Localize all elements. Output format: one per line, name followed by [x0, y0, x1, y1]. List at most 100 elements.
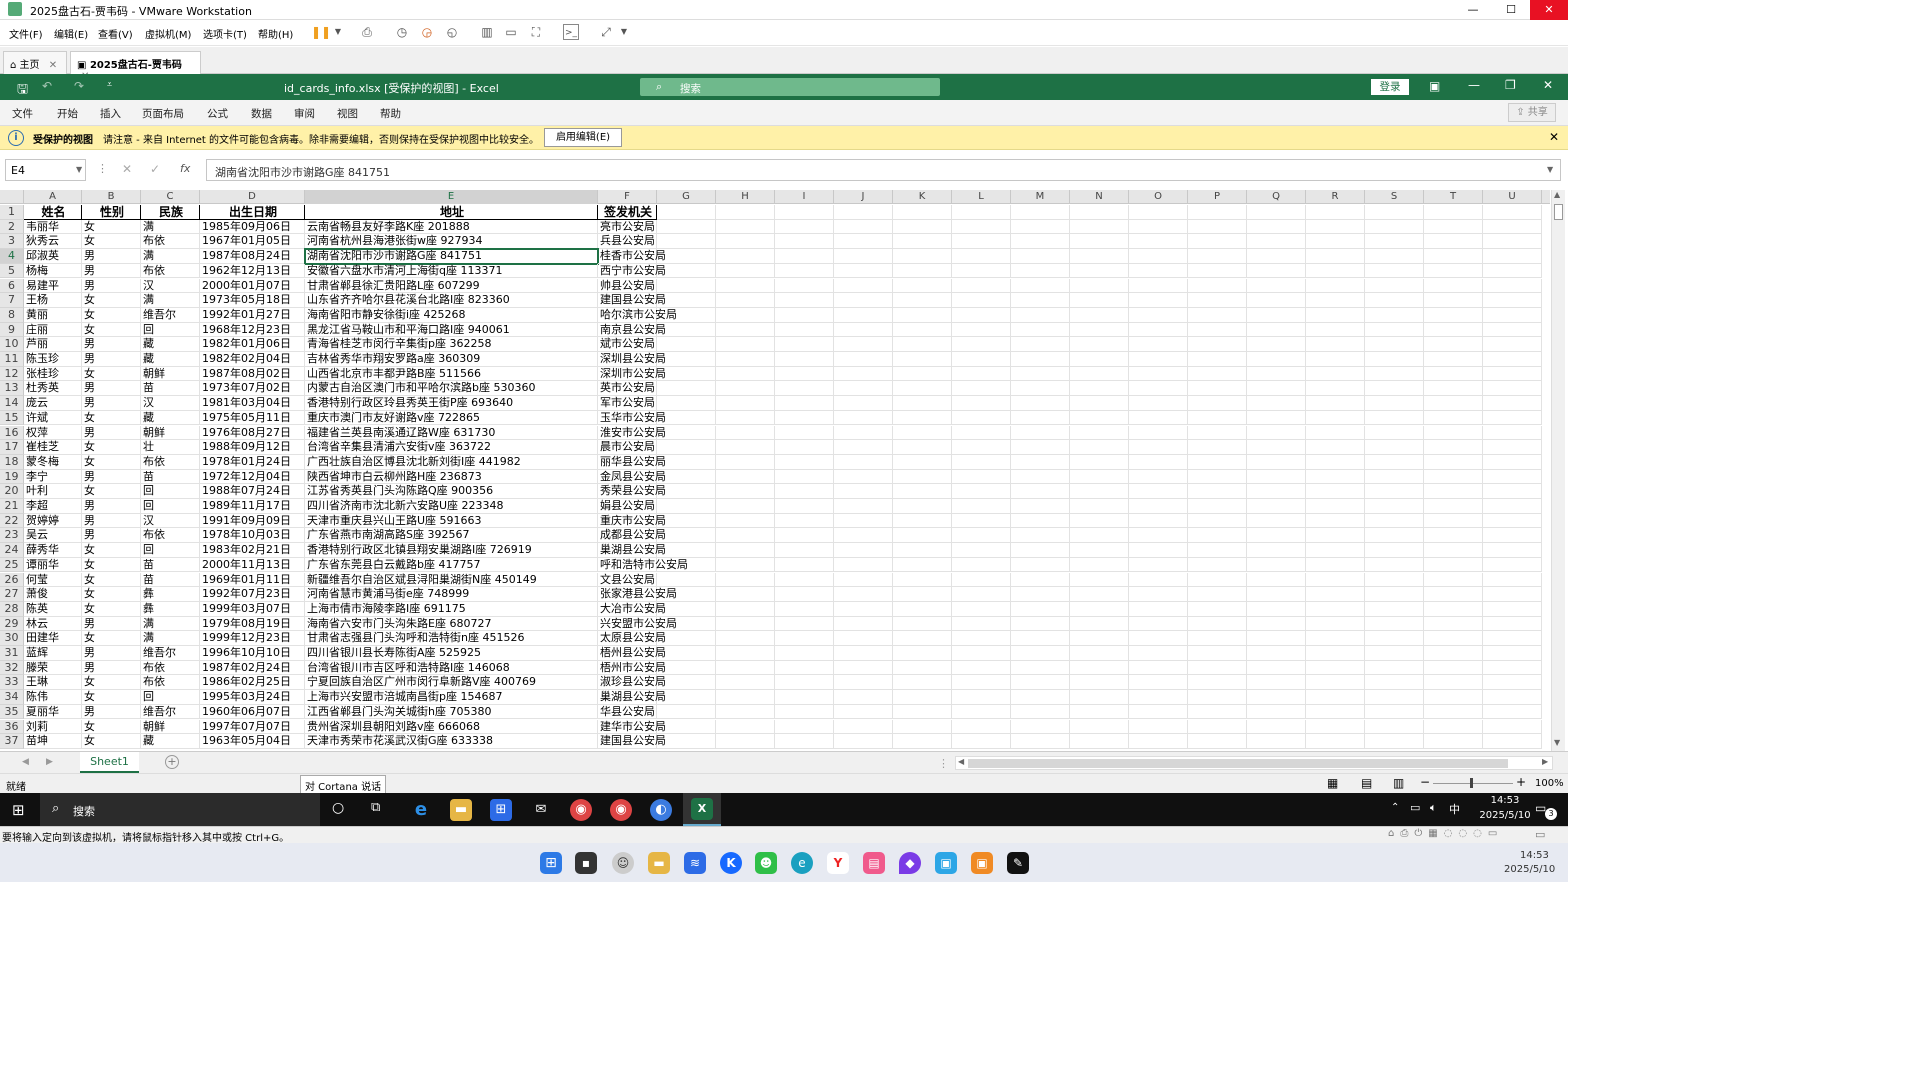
cell[interactable] [1306, 704, 1365, 720]
cell[interactable] [1070, 440, 1129, 455]
cell[interactable] [1011, 469, 1070, 485]
windows-start-icon[interactable]: ⊞ [540, 852, 562, 874]
cell[interactable] [1424, 690, 1483, 705]
cell[interactable]: 女 [82, 440, 141, 455]
cell[interactable] [775, 410, 834, 426]
cell[interactable] [1129, 307, 1188, 323]
cell[interactable]: 回 [141, 690, 200, 705]
ime-indicator[interactable]: 中 [1449, 801, 1460, 817]
cell[interactable] [1070, 337, 1129, 352]
cell[interactable] [1070, 234, 1129, 250]
column-header-o[interactable]: O [1129, 190, 1188, 204]
customize-qat-icon[interactable]: ⩡ [107, 80, 112, 90]
cell[interactable]: 男 [82, 352, 141, 367]
cell[interactable] [1070, 219, 1129, 235]
scroll-down-icon[interactable]: ▼ [1554, 738, 1560, 747]
chrome-icon[interactable]: ◉ [610, 799, 632, 821]
row-header[interactable]: 9 [0, 322, 24, 338]
cell[interactable] [834, 704, 893, 720]
cell[interactable] [834, 396, 893, 411]
host-clock-date[interactable]: 2025/5/10 [1504, 864, 1555, 875]
cell[interactable] [1129, 410, 1188, 426]
tab-home[interactable]: 开始 [57, 106, 78, 121]
cell[interactable]: 1988年09月12日 [200, 440, 305, 455]
cell[interactable] [834, 234, 893, 250]
cell[interactable] [1306, 587, 1365, 602]
cell[interactable] [1129, 513, 1188, 529]
row-header[interactable]: 5 [0, 263, 24, 279]
cell[interactable]: 大冶市公安局 [598, 601, 666, 617]
cell[interactable] [952, 396, 1011, 411]
cell[interactable] [834, 410, 893, 426]
row-header[interactable]: 3 [0, 234, 24, 250]
row-header[interactable]: 34 [0, 690, 24, 705]
cell[interactable] [1247, 719, 1306, 735]
cell[interactable] [952, 543, 1011, 558]
cell[interactable] [775, 660, 834, 676]
cell[interactable]: 布依 [141, 675, 200, 691]
add-sheet-icon[interactable]: + [165, 755, 179, 769]
cell[interactable]: 重庆市公安局 [598, 513, 666, 529]
cell[interactable] [1070, 396, 1129, 411]
cell[interactable]: 福建省兰英县南溪通辽路W座 631730 [305, 425, 598, 441]
cell[interactable] [1070, 704, 1129, 720]
cell[interactable] [1247, 293, 1306, 308]
cell[interactable] [1483, 484, 1542, 499]
cell[interactable] [1188, 499, 1247, 514]
cell[interactable] [775, 616, 834, 632]
cell[interactable] [834, 337, 893, 352]
cell[interactable] [834, 528, 893, 544]
cell[interactable] [716, 690, 775, 705]
cell[interactable]: 斌市公安局 [598, 337, 657, 352]
cell[interactable] [1424, 616, 1483, 632]
cell[interactable] [1424, 219, 1483, 235]
cell[interactable] [657, 366, 716, 382]
cell[interactable] [1129, 278, 1188, 294]
row-header[interactable]: 18 [0, 454, 24, 470]
cell[interactable] [1011, 499, 1070, 514]
prev-sheet-icon[interactable]: ◀ [22, 757, 29, 767]
cell[interactable]: 女 [82, 484, 141, 499]
row-header[interactable]: 30 [0, 631, 24, 646]
cell[interactable] [952, 219, 1011, 235]
cell[interactable]: 1995年03月24日 [200, 690, 305, 705]
cell[interactable] [1188, 440, 1247, 455]
cell[interactable] [1247, 337, 1306, 352]
cell[interactable]: 海南省阳市静安徐街i座 425268 [305, 307, 598, 323]
k-app-icon[interactable]: K [720, 852, 742, 874]
app-icon[interactable]: ◐ [650, 799, 672, 821]
network-icon[interactable]: ▭ [1410, 801, 1420, 814]
cell[interactable] [1011, 675, 1070, 691]
cell[interactable]: 男 [82, 337, 141, 352]
cell[interactable] [834, 690, 893, 705]
cell[interactable] [775, 719, 834, 735]
cell[interactable] [1247, 543, 1306, 558]
cell[interactable] [775, 352, 834, 367]
cell[interactable] [657, 499, 716, 514]
share-button[interactable]: ⇪ 共享 [1508, 103, 1556, 122]
cell[interactable]: 回 [141, 322, 200, 338]
store-icon[interactable]: ⊞ [490, 799, 512, 821]
cell[interactable] [1365, 366, 1424, 382]
cell[interactable]: 邱淑英 [24, 249, 82, 264]
zoom-in-icon[interactable]: + [1516, 775, 1526, 789]
cell[interactable] [1011, 587, 1070, 602]
cell[interactable] [716, 381, 775, 397]
cell[interactable] [1306, 631, 1365, 646]
cell[interactable] [893, 513, 952, 529]
cell[interactable] [1188, 352, 1247, 367]
cell[interactable] [893, 543, 952, 558]
cell[interactable]: 满 [141, 219, 200, 235]
cell[interactable] [834, 675, 893, 691]
cell[interactable]: 维吾尔 [141, 704, 200, 720]
cell[interactable]: 杜秀英 [24, 381, 82, 397]
cell[interactable] [775, 601, 834, 617]
cell[interactable] [893, 469, 952, 485]
cell[interactable] [1306, 469, 1365, 485]
row-header[interactable]: 16 [0, 425, 24, 441]
cell[interactable] [893, 704, 952, 720]
cell[interactable] [1483, 557, 1542, 573]
cell[interactable] [775, 234, 834, 250]
cell[interactable]: 建国县公安局 [598, 293, 666, 308]
cell[interactable]: 叶利 [24, 484, 82, 499]
